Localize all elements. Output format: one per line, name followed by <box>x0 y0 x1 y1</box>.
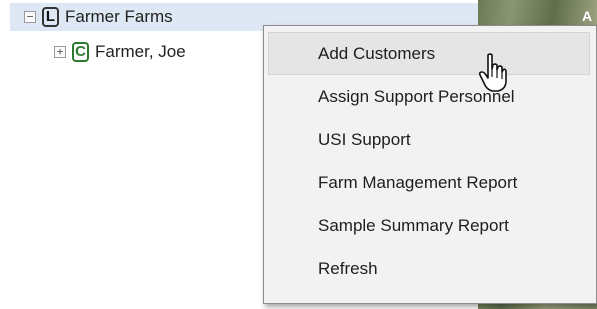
expand-toggle-icon[interactable]: + <box>54 46 66 58</box>
tree-node-label[interactable]: Farmer Farms <box>65 7 173 27</box>
map-fragment-text: A <box>582 8 593 24</box>
location-badge-icon: L <box>42 7 59 27</box>
tree-node-farmer-farms[interactable]: − L Farmer Farms <box>24 7 173 27</box>
collapse-toggle-icon[interactable]: − <box>24 11 36 23</box>
menu-item-add-customers[interactable]: Add Customers <box>268 32 590 75</box>
menu-item-refresh[interactable]: Refresh <box>264 247 596 290</box>
tree-node-label[interactable]: Farmer, Joe <box>95 42 186 62</box>
context-menu: Add Customers Assign Support Personnel U… <box>263 25 597 304</box>
menu-item-usi-support[interactable]: USI Support <box>264 118 596 161</box>
menu-item-farm-management-report[interactable]: Farm Management Report <box>264 161 596 204</box>
tree-node-farmer-joe[interactable]: + C Farmer, Joe <box>54 42 186 62</box>
menu-item-assign-support-personnel[interactable]: Assign Support Personnel <box>264 75 596 118</box>
customer-badge-icon: C <box>72 42 89 62</box>
hand-pointer-cursor-icon <box>478 53 507 92</box>
menu-item-sample-summary-report[interactable]: Sample Summary Report <box>264 204 596 247</box>
